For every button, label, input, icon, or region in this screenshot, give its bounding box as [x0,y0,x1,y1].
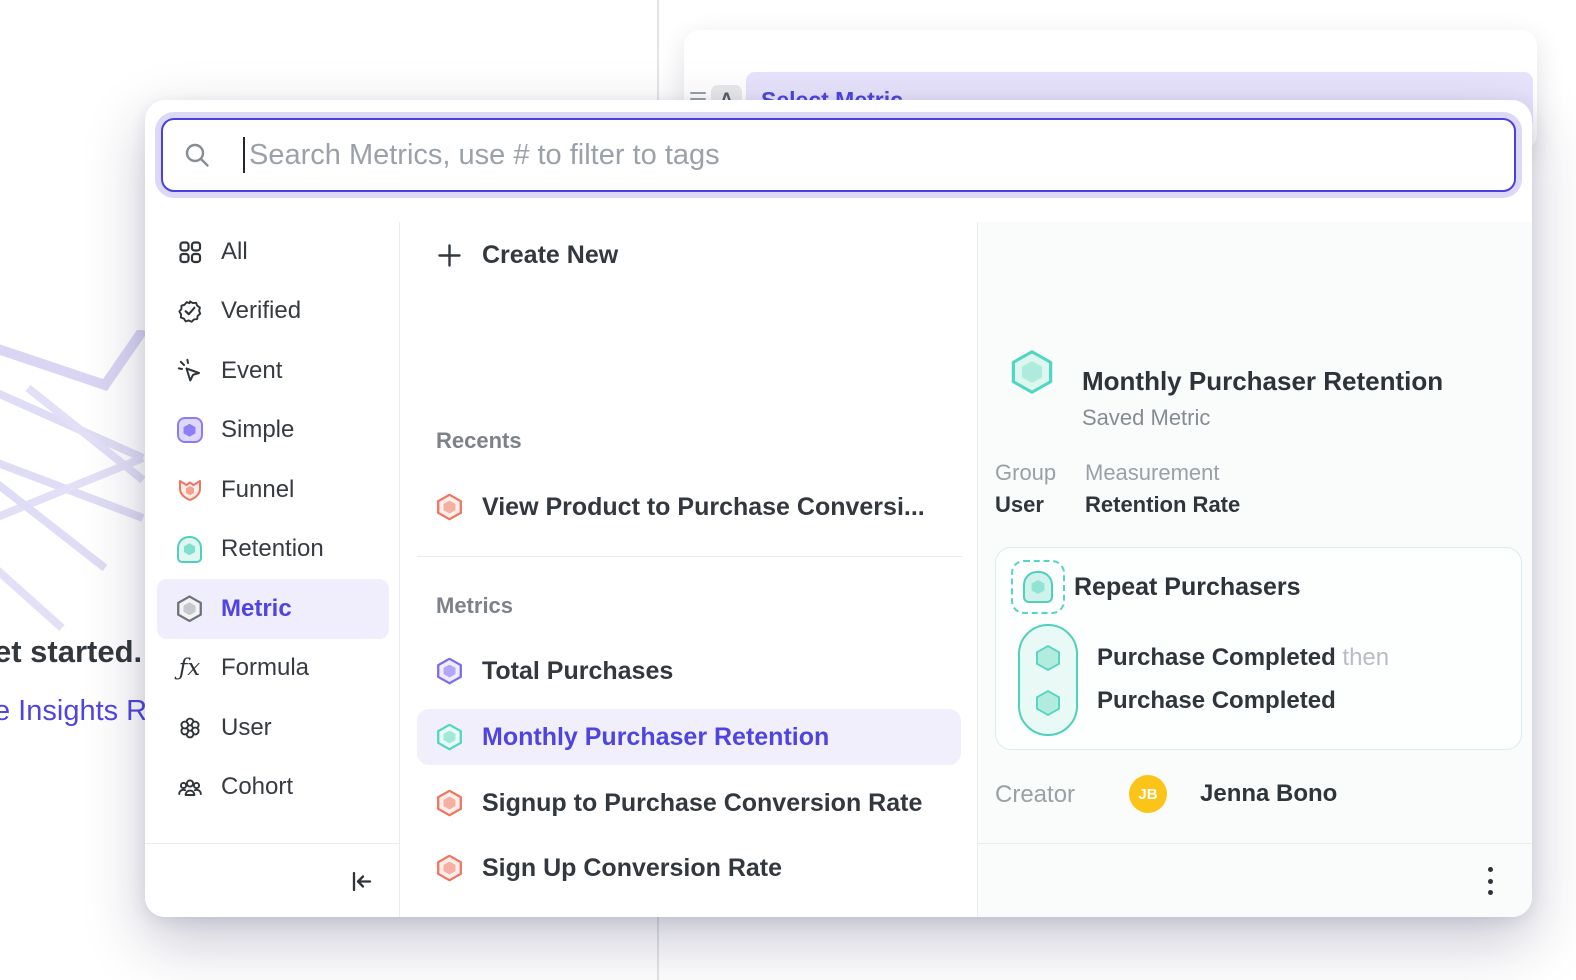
create-new-label: Create New [482,241,618,270]
funnel-icon [176,476,203,503]
funnel-metric-hexagon-icon [436,790,463,817]
recent-item-label: View Product to Purchase Conversi... [482,493,925,522]
sidebar-item-cohort[interactable]: Cohort [145,758,399,818]
funnel-metric-hexagon-icon [436,855,463,882]
creator-name: Jenna Bono [1200,780,1337,808]
grid-icon [176,238,203,265]
search-icon [183,141,211,169]
sidebar-item-verified[interactable]: Verified [145,282,399,342]
metric-item-label: Signup to Purchase Conversion Rate [482,789,922,818]
definition-step-2: Purchase Completed [1097,687,1336,715]
sidebar-item-label: Simple [221,416,294,444]
group-label: Group [995,460,1056,486]
list-divider [417,556,962,557]
metrics-section-header: Metrics [436,593,513,619]
metric-detail-panel: Monthly Purchaser Retention Saved Metric… [978,222,1532,917]
background-insights-link[interactable]: e Insights Re [0,695,163,728]
sidebar-item-retention[interactable]: Retention [145,520,399,580]
recent-item[interactable]: View Product to Purchase Conversi... [400,479,977,535]
cursor-click-icon [176,357,203,384]
creator-label: Creator [995,781,1075,809]
group-value: User [995,492,1044,518]
measurement-label: Measurement [1085,460,1220,486]
sidebar-item-label: Verified [221,297,301,325]
sidebar-footer [145,843,399,917]
sidebar-item-label: Funnel [221,476,294,504]
retention-definition-icon [1011,560,1065,614]
detail-footer [978,843,1532,917]
create-new-button[interactable]: Create New [400,227,977,283]
formula-fx-icon: ƒx [176,655,203,682]
sidebar-item-user[interactable]: User [145,698,399,758]
sidebar-item-formula[interactable]: ƒx Formula [145,639,399,699]
measurement-value: Retention Rate [1085,492,1240,518]
verified-badge-icon [176,298,203,325]
sidebar-item-label: All [221,238,248,266]
metric-list-item[interactable]: Sign Up Conversion Rate [400,840,977,896]
sidebar-item-label: Formula [221,654,309,682]
retention-arch-icon [176,536,203,563]
sidebar-item-label: Retention [221,535,324,563]
search-placeholder: Search Metrics, use # to filter to tags [249,139,720,172]
metric-item-label: Sign Up Conversion Rate [482,854,782,883]
user-cluster-icon [176,714,203,741]
sidebar-item-all[interactable]: All [145,222,399,282]
detail-subtitle: Saved Metric [1082,405,1210,431]
then-connector: then [1342,644,1389,671]
event-sequence-capsule [1018,624,1078,736]
metric-list-item-selected[interactable]: Monthly Purchaser Retention [417,709,961,765]
sidebar-item-funnel[interactable]: Funnel [145,460,399,520]
text-cursor [243,137,245,173]
detail-title: Monthly Purchaser Retention [1082,366,1443,397]
metric-list-item[interactable]: Signup to Purchase Conversion Rate [400,775,977,831]
screen: et started. e Insights Re A Select Metri… [0,0,1576,980]
event-hexagon-icon [1035,690,1061,716]
simple-borrowed-hexagon-icon [176,417,203,444]
type-filter-sidebar: All Verified [145,222,400,917]
sidebar-item-label: User [221,714,272,742]
sidebar-item-label: Event [221,357,282,385]
creator-avatar: JB [1129,775,1167,813]
metric-picker-modal: Search Metrics, use # to filter to tags … [145,100,1532,917]
recents-section-header: Recents [436,428,522,454]
sidebar-item-event[interactable]: Event [145,341,399,401]
definition-name: Repeat Purchasers [1074,573,1301,602]
metric-hexagon-icon [176,595,203,622]
background-get-started-text: et started. [0,634,142,670]
funnel-metric-hexagon-icon [436,494,463,521]
sidebar-item-simple[interactable]: Simple [145,401,399,461]
metric-item-label: Monthly Purchaser Retention [482,723,829,752]
retention-metric-hexagon-icon [436,724,463,751]
definition-step-1: Purchase Completed then [1097,644,1389,672]
metric-item-label: Total Purchases [482,657,673,686]
sidebar-item-metric[interactable]: Metric [157,579,389,639]
metric-list-column: Create New Recents View Product to Purch… [400,222,978,917]
event-hexagon-icon [1035,645,1061,671]
sidebar-item-label: Metric [221,595,292,623]
saved-metric-hexagon-icon [1010,350,1054,394]
metric-list-item[interactable]: Weekly Purchase Retention [400,906,977,917]
metric-list-item[interactable]: Total Purchases [400,643,977,699]
plus-icon [436,242,463,269]
collapse-sidebar-icon[interactable] [348,868,375,895]
event-metric-hexagon-icon [436,658,463,685]
search-input[interactable]: Search Metrics, use # to filter to tags [161,118,1516,192]
metric-definition-card: Repeat Purchasers Purchase Completed the… [995,547,1522,750]
more-options-icon[interactable] [1488,867,1494,895]
sidebar-item-label: Cohort [221,773,293,801]
cohort-people-icon [176,774,203,801]
